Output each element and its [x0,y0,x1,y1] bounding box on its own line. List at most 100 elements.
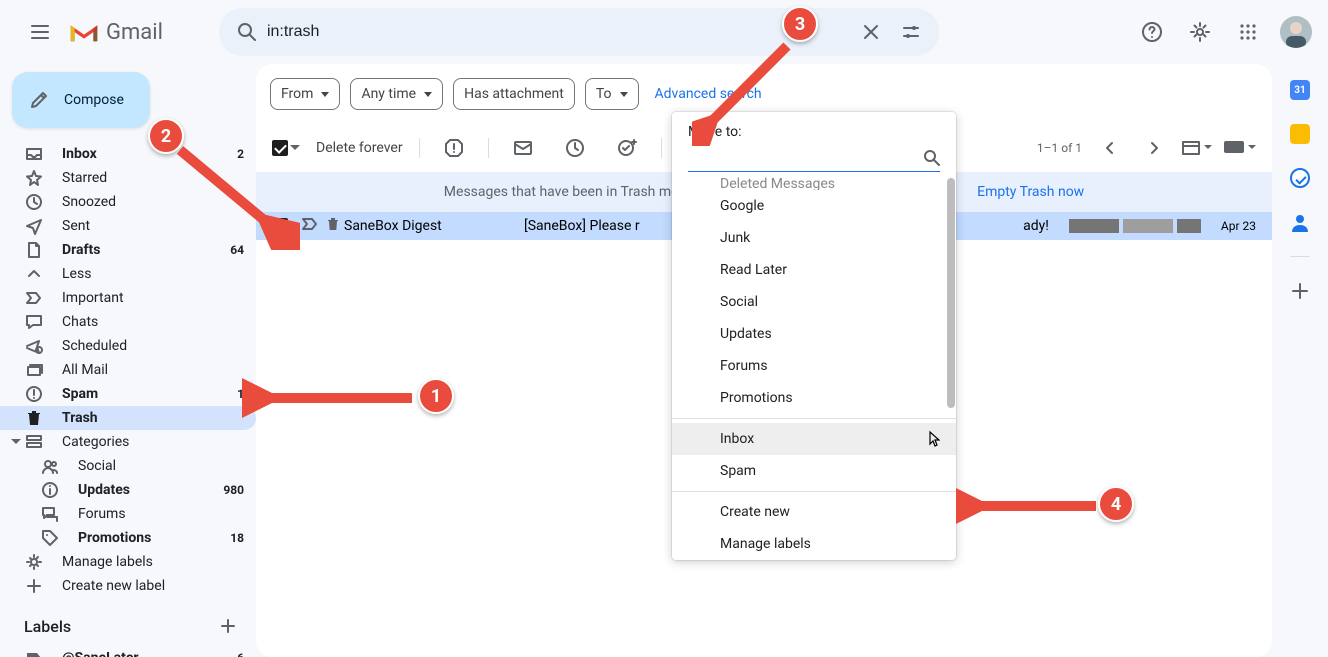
sidebar-item-drafts[interactable]: Drafts 64 [0,238,256,262]
sidebar-item-sent[interactable]: Sent [0,214,256,238]
delete-forever-button[interactable]: Delete forever [316,140,403,156]
sidebar-item-updates[interactable]: Updates 980 [0,478,256,502]
chevron-down-icon [620,92,628,97]
sidebar-item-categories[interactable]: Categories [0,430,256,454]
mark-unread-button[interactable] [505,130,541,166]
sidebar-item-create-label[interactable]: Create new label [0,574,256,598]
popup-item[interactable]: Read Later [672,254,956,286]
report-spam-button[interactable] [436,130,472,166]
popup-item[interactable]: Forums [672,350,956,382]
contacts-addon[interactable] [1290,212,1310,232]
settings-button[interactable] [1180,12,1220,52]
chevron-down-icon [321,92,329,97]
sidebar-item-count: 18 [230,531,244,545]
sidebar-item-chats[interactable]: Chats [0,310,256,334]
chip-has-attachment[interactable]: Has attachment [453,78,575,110]
popup-item-label: Updates [720,326,772,342]
label-icon [24,648,44,657]
sidebar-item-starred[interactable]: Starred [0,166,256,190]
popup-item[interactable]: Promotions [672,382,956,414]
popup-item[interactable]: Updates [672,318,956,350]
sidebar-label-sanelater[interactable]: @SaneLater 6 [0,646,256,657]
gmail-logo[interactable]: Gmail [68,20,163,45]
sidebar-item-trash[interactable]: Trash [0,406,256,430]
categories-icon [24,432,44,452]
chevron-down-icon [424,92,432,97]
add-to-tasks-button[interactable] [609,130,645,166]
stack-icon [24,360,44,380]
popup-item-inbox[interactable]: Inbox [672,423,956,455]
search-input[interactable] [267,23,851,41]
popup-item-label: Create new [720,504,790,520]
close-icon [862,23,880,41]
sidebar-item-inbox[interactable]: Inbox 2 [0,142,256,166]
importance-marker[interactable] [302,216,318,236]
popup-item-spam[interactable]: Spam [672,455,956,487]
gmail-logo-text: Gmail [106,20,163,45]
sidebar-item-count: 6 [237,651,244,657]
sidebar: Compose Inbox 2 Starred Snoozed Sent [0,64,256,657]
compose-button[interactable]: Compose [12,72,150,128]
popup-item[interactable]: Social [672,286,956,318]
popup-item[interactable]: Junk [672,222,956,254]
sidebar-item-forums[interactable]: Forums [0,502,256,526]
subject-tail: ady! [1023,218,1049,234]
tasks-icon [1290,168,1310,188]
older-button[interactable] [1138,132,1170,164]
search-button[interactable] [227,12,267,52]
tag-icon [40,528,60,548]
sidebar-item-all-mail[interactable]: All Mail [0,358,256,382]
select-all-checkbox[interactable] [272,140,288,156]
add-label-button[interactable] [216,614,240,638]
toggle-split-pane[interactable] [1182,141,1212,155]
keep-addon[interactable] [1290,124,1310,144]
sidebar-item-less[interactable]: Less [0,262,256,286]
separator [1290,256,1310,257]
chip-to[interactable]: To [585,78,639,110]
sidebar-item-social[interactable]: Social [0,454,256,478]
scrollbar-thumb[interactable] [947,178,955,408]
search-options-button[interactable] [891,12,931,52]
send-icon [24,216,44,236]
sidebar-item-promotions[interactable]: Promotions 18 [0,526,256,550]
empty-trash-link[interactable]: Empty Trash now [977,184,1084,200]
search-clear-button[interactable] [851,12,891,52]
sidebar-item-snoozed[interactable]: Snoozed [0,190,256,214]
calendar-icon [1290,80,1310,100]
chat-icon [24,312,44,332]
chip-any-time[interactable]: Any time [350,78,443,110]
sidebar-item-important[interactable]: Important [0,286,256,310]
separator [488,138,489,158]
sidebar-item-spam[interactable]: Spam 1 [0,382,256,406]
popup-item-create-new[interactable]: Create new [672,496,956,528]
sidebar-item-scheduled[interactable]: Scheduled [0,334,256,358]
sidebar-item-count: 2 [237,147,244,161]
chip-label: From [281,86,313,102]
popup-item[interactable]: Deleted Messages [672,176,956,190]
select-all[interactable] [272,140,300,156]
popup-item-manage-labels[interactable]: Manage labels [672,528,956,560]
popup-item-label: Manage labels [720,536,811,552]
popup-item[interactable]: Google [672,190,956,222]
chip-from[interactable]: From [270,78,340,110]
support-button[interactable] [1132,12,1172,52]
advanced-search-link[interactable]: Advanced search [655,86,762,102]
sidebar-item-label: Trash [62,410,244,426]
snooze-button[interactable] [557,130,593,166]
sidebar-item-label: Promotions [78,530,230,546]
newer-button[interactable] [1094,132,1126,164]
input-tools-button[interactable] [1224,141,1256,155]
sidebar-item-count: 980 [223,483,244,497]
sidebar-item-manage-labels[interactable]: Manage labels [0,550,256,574]
popup-item-label: Google [720,198,764,214]
apps-button[interactable] [1228,12,1268,52]
popup-search-input[interactable] [688,150,924,166]
account-avatar[interactable] [1280,16,1312,48]
sidebar-item-label: Create new label [62,578,244,594]
main-menu-button[interactable] [16,8,64,56]
get-addons-button[interactable] [1290,281,1310,301]
calendar-addon[interactable] [1290,80,1310,100]
row-checkbox[interactable] [272,218,288,234]
move-to-popup: Move to: Deleted Messages Google Junk Re… [672,112,956,560]
tasks-addon[interactable] [1290,168,1310,188]
